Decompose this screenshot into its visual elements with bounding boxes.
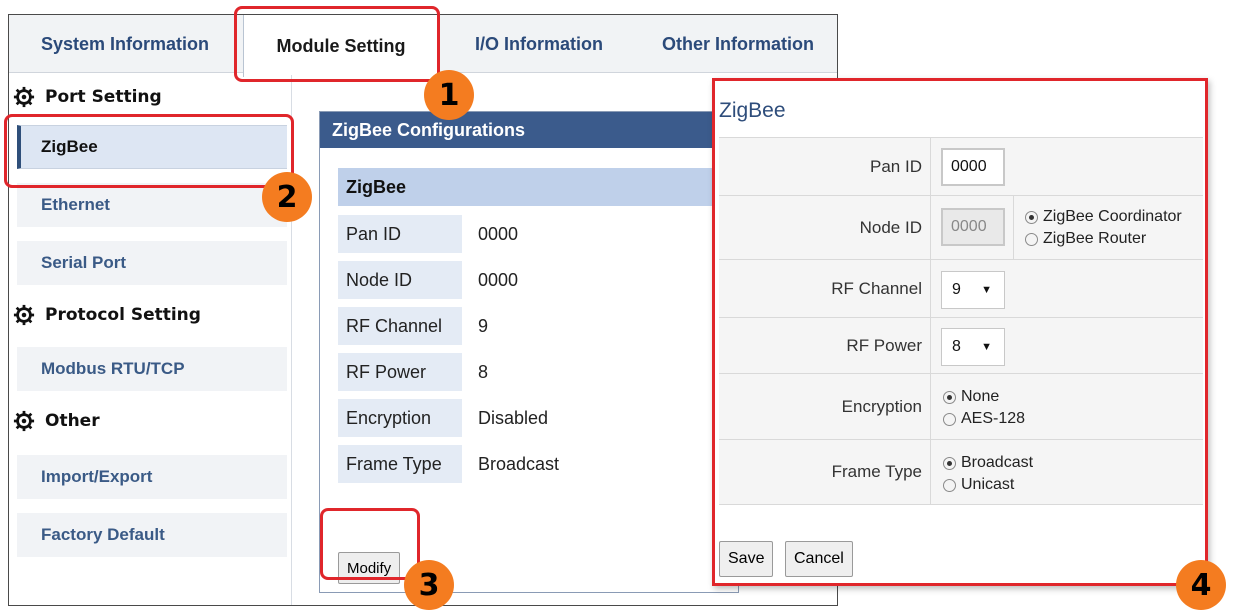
config-row-pan-id: Pan ID 0000 [338,214,518,254]
rf-power-select[interactable]: 8 ▼ [941,328,1005,366]
sidebar-item-import-export[interactable]: Import/Export [17,455,287,499]
dialog-row-encryption: Encryption None AES-128 [719,373,1203,439]
config-panel-title: ZigBee Configurations [320,112,738,148]
config-value: 8 [478,361,489,382]
callout-badge-3: 3 [404,560,454,610]
callout-box-2 [4,114,294,188]
config-subhead: ZigBee [338,168,738,206]
section-label: Other [45,411,100,431]
callout-badge-2: 2 [262,172,312,222]
radio-dot[interactable] [1025,210,1038,224]
save-button[interactable]: Save [719,541,774,577]
sidebar-item-serial-port[interactable]: Serial Port [17,241,287,285]
rf-channel-select[interactable]: 9 ▼ [941,271,1005,309]
dialog-row-pan-id: Pan ID [719,137,1203,195]
config-value: 9 [478,315,489,336]
radio-frame-unicast[interactable]: Unicast [943,476,1014,494]
radio-encryption-none[interactable]: None [943,388,999,406]
dialog-row-rf-power: RF Power 8 ▼ [719,317,1203,373]
radio-zigbee-router[interactable]: ZigBee Router [1025,230,1146,248]
gear-icon [13,86,35,108]
config-value: Broadcast [478,453,560,474]
config-row-node-id: Node ID 0000 [338,260,518,300]
dialog-label-pan-id: Pan ID [719,138,931,195]
callout-box-3 [320,508,420,580]
radio-label: AES-128 [961,410,1026,427]
radio-label: Unicast [961,476,1015,493]
gear-icon [13,410,35,432]
config-label: RF Power [338,353,462,391]
config-label: Node ID [338,261,462,299]
dialog-label-rf-channel: RF Channel [719,260,931,317]
sidebar-item-ethernet[interactable]: Ethernet [17,183,287,227]
dialog-row-rf-channel: RF Channel 9 ▼ [719,259,1203,317]
config-row-rf-channel: RF Channel 9 [338,306,488,346]
cancel-button[interactable]: Cancel [785,541,853,577]
config-label: RF Channel [338,307,462,345]
tab-io-information[interactable]: I/O Information [441,15,637,73]
section-port-setting: Port Setting [13,79,162,115]
sidebar-item-modbus[interactable]: Modbus RTU/TCP [17,347,287,391]
config-row-rf-power: RF Power 8 [338,352,488,392]
config-label: Encryption [338,399,462,437]
radio-dot[interactable] [943,390,956,404]
tab-other-information[interactable]: Other Information [637,15,839,73]
select-value: 8 [952,338,961,355]
dialog-row-frame-type: Frame Type Broadcast Unicast [719,439,1203,505]
radio-label: ZigBee Router [1043,230,1147,247]
radio-label: None [961,388,1000,405]
caret-down-icon: ▼ [981,341,992,353]
radio-dot[interactable] [943,478,956,492]
config-row-frame-type: Frame Type Broadcast [338,444,559,484]
dialog-row-node-id: Node ID ZigBee Coordinator ZigBee Router [719,195,1203,259]
config-value: 0000 [478,269,519,290]
section-protocol-setting: Protocol Setting [13,297,201,333]
section-other: Other [13,403,100,439]
radio-dot[interactable] [1025,232,1038,246]
dialog-label-rf-power: RF Power [719,318,931,373]
dialog-label-frame-type: Frame Type [719,440,931,504]
row-divider [1013,196,1014,259]
caret-down-icon: ▼ [981,284,992,296]
config-row-encryption: Encryption Disabled [338,398,548,438]
callout-badge-1: 1 [424,70,474,120]
config-label: Frame Type [338,445,462,483]
gear-icon [13,304,35,326]
pan-id-input[interactable] [941,148,1005,186]
radio-dot[interactable] [943,412,956,426]
dialog-title: ZigBee [719,99,786,122]
radio-frame-broadcast[interactable]: Broadcast [943,454,1033,472]
dialog-label-encryption: Encryption [719,374,931,439]
dialog-label-node-id: Node ID [719,196,931,259]
radio-dot[interactable] [943,456,956,470]
radio-label: ZigBee Coordinator [1043,208,1182,225]
callout-box-1 [234,6,440,82]
section-label: Protocol Setting [45,305,201,325]
config-value: Disabled [478,407,549,428]
node-id-input[interactable] [941,208,1005,246]
callout-badge-4: 4 [1176,560,1226,610]
radio-zigbee-coordinator[interactable]: ZigBee Coordinator [1025,208,1182,226]
section-label: Port Setting [45,87,162,107]
radio-encryption-aes128[interactable]: AES-128 [943,410,1025,428]
select-value: 9 [952,281,961,298]
zigbee-edit-dialog: ZigBee Pan ID Node ID ZigBee Coordinator… [712,78,1208,586]
config-value: 0000 [478,223,519,244]
tab-system-information[interactable]: System Information [9,15,241,73]
radio-label: Broadcast [961,454,1034,471]
config-label: Pan ID [338,215,462,253]
sidebar-item-factory-default[interactable]: Factory Default [17,513,287,557]
